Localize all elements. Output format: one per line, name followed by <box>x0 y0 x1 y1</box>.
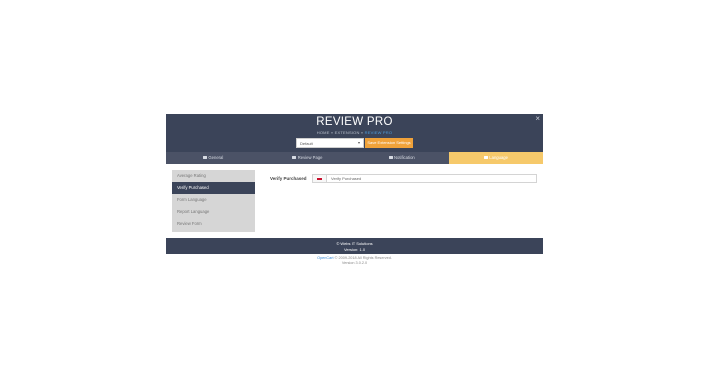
tab-general[interactable]: General <box>166 152 260 164</box>
verify-purchased-value: Verify Purchased <box>331 176 362 181</box>
uk-flag-icon <box>313 175 327 182</box>
breadcrumb-extension[interactable]: EXTENSION <box>335 130 360 135</box>
verify-purchased-label: Verify Purchased <box>270 176 307 181</box>
tab-bar: General Review Page Notification Languag… <box>166 152 543 164</box>
breadcrumb-current[interactable]: REVIEW PRO <box>365 130 393 135</box>
opencart-link[interactable]: OpenCart <box>317 256 333 260</box>
tab-label: General <box>208 155 224 160</box>
review-pro-panel: REVIEW PRO HOME » EXTENSION » REVIEW PRO… <box>166 114 543 254</box>
sidebar-item-average-rating[interactable]: Average Rating <box>172 170 255 182</box>
save-button[interactable]: Save Extension Settings <box>365 138 413 148</box>
sidebar-item-review-form[interactable]: Review Form <box>172 218 255 230</box>
panel-header: REVIEW PRO HOME » EXTENSION » REVIEW PRO… <box>166 114 543 152</box>
sidebar-item-verify-purchased[interactable]: Verify Purchased <box>172 182 255 194</box>
opencart-footer: OpenCart © 2009-2018 All Rights Reserved… <box>166 256 543 266</box>
opencart-rights: © 2009-2018 All Rights Reserved. <box>333 256 392 260</box>
tab-label: Review Page <box>297 155 323 160</box>
language-sidebar: Average Rating Verify Purchased Form Lan… <box>172 170 255 232</box>
close-icon[interactable]: × <box>535 115 540 123</box>
tab-notification[interactable]: Notification <box>355 152 449 164</box>
chevron-down-icon <box>358 142 360 144</box>
tab-language[interactable]: Language <box>448 152 543 164</box>
tab-review-page[interactable]: Review Page <box>260 152 354 164</box>
tab-label: Notification <box>394 155 415 160</box>
sidebar-item-form-language[interactable]: Form Language <box>172 194 255 206</box>
footer-copyright: © Webs IT Solutions <box>336 241 373 246</box>
page-icon <box>292 156 297 160</box>
footer-version: Version: 1.0 <box>343 247 366 252</box>
store-select[interactable]: Default <box>296 138 364 148</box>
panel-footer: © Webs IT Solutions Version: 1.0 <box>166 238 543 254</box>
breadcrumb: HOME » EXTENSION » REVIEW PRO <box>166 130 543 135</box>
tab-content: Average Rating Verify Purchased Form Lan… <box>166 164 543 238</box>
sidebar-item-report-language[interactable]: Report Language <box>172 206 255 218</box>
opencart-version: Version 3.0.2.0 <box>341 261 368 265</box>
breadcrumb-home[interactable]: HOME <box>317 130 330 135</box>
store-select-value: Default <box>300 141 313 146</box>
page-title: REVIEW PRO <box>316 116 393 128</box>
flag-icon <box>483 156 488 160</box>
gear-icon <box>202 156 207 160</box>
verify-purchased-field[interactable]: Verify Purchased <box>312 174 537 183</box>
bell-icon <box>388 156 393 160</box>
tab-label: Language <box>489 155 508 160</box>
